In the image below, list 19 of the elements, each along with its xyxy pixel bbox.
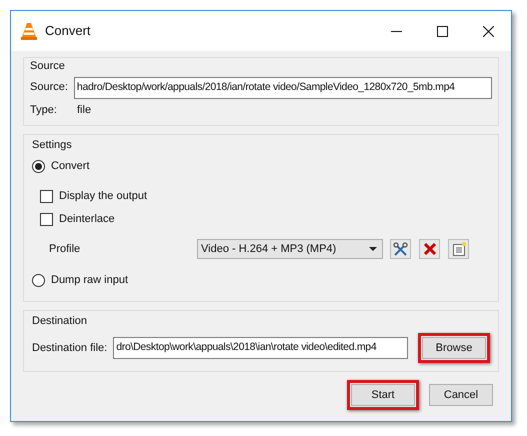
source-label: Source: bbox=[30, 80, 68, 96]
option-label: Convert bbox=[51, 158, 90, 174]
dialog-button[interactable]: Cancel bbox=[429, 384, 493, 406]
profile-dropdown[interactable]: Video - H.264 + MP3 (MP4) bbox=[197, 239, 383, 259]
option-label: Dump raw input bbox=[51, 272, 128, 288]
type-value: file bbox=[77, 103, 92, 118]
dialog-button[interactable]: Start bbox=[351, 384, 415, 406]
group-title: Source bbox=[30, 59, 66, 74]
window-title: Convert bbox=[45, 22, 91, 40]
type-label: Type: bbox=[30, 103, 58, 118]
option-label: Deinterlace bbox=[59, 212, 115, 228]
destination-label: Destination file: bbox=[32, 340, 108, 356]
dialog-button[interactable]: Browse bbox=[422, 337, 486, 359]
group-title: Settings bbox=[32, 138, 73, 152]
profile-label: Profile bbox=[49, 242, 82, 257]
group-title: Destination bbox=[32, 314, 88, 328]
source-field[interactable]: hadro/Desktop/work/appuals/2018/ian/rotate video/SampleVideo_1280x720_5mb.mp4 bbox=[74, 76, 492, 98]
destination-field[interactable]: dro\Desktop\work\appuals\2018\ian\rotate video\edited.mp4 bbox=[113, 337, 408, 359]
option-label: Display the output bbox=[59, 189, 148, 204]
